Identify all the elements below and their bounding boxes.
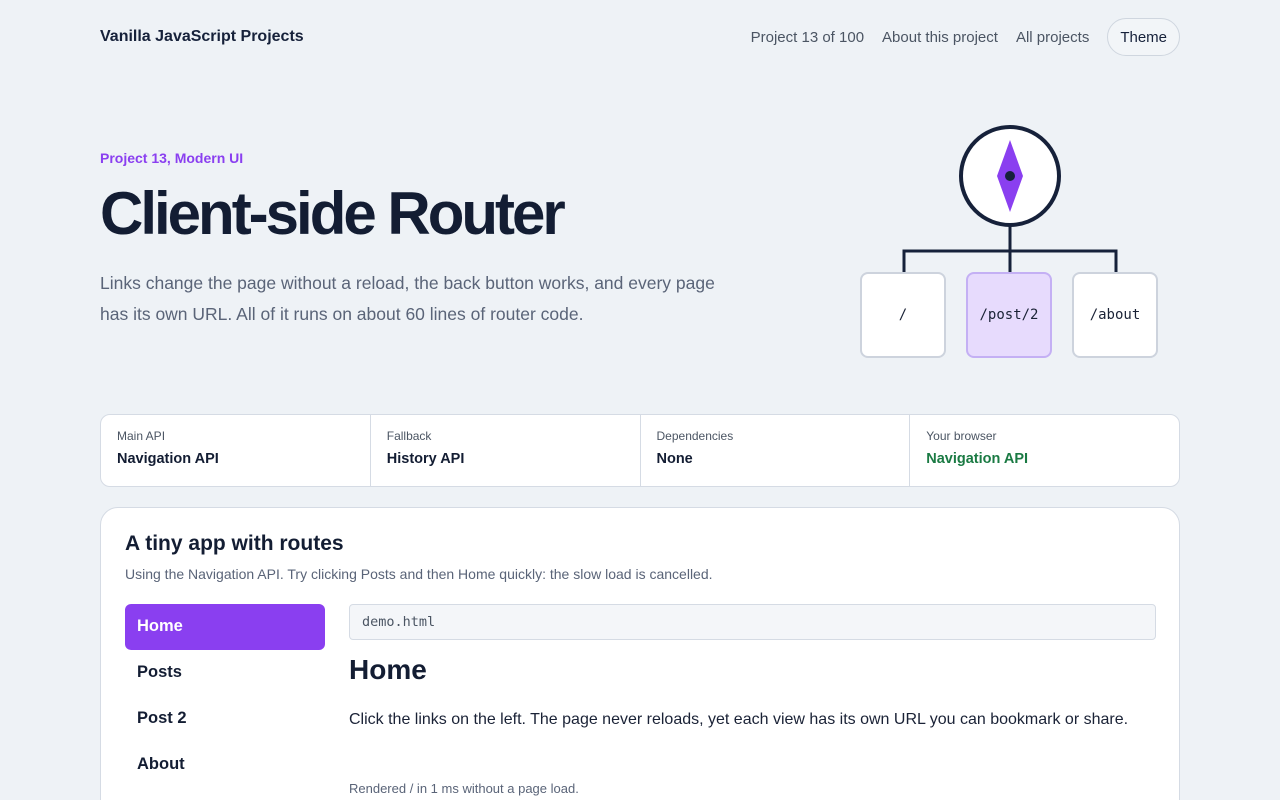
demo-nav-posts[interactable]: Posts [125,650,325,696]
stat-value: History API [386,451,465,467]
demo-side-nav: Home Posts Post 2 About [125,604,325,788]
stat-label: Your browser [926,429,997,443]
hero-eyebrow: Project 13, Modern UI [100,150,244,166]
route-about: /about [1072,272,1158,358]
hero-subtitle: Links change the page without a reload, … [100,273,715,324]
compass-icon [959,125,1061,227]
stat-label: Fallback [386,429,432,443]
route-root: / [860,272,946,358]
render-note: Rendered / in 1 ms without a page load. [349,781,579,796]
demo-nav-post-2[interactable]: Post 2 [125,696,325,742]
site-header: Vanilla JavaScript Projects Project 13 o… [100,18,1180,56]
stat-main-api: Main API Navigation API [101,415,371,486]
view-title: Home [349,654,427,685]
theme-button[interactable]: Theme [1107,18,1180,56]
stat-fallback: Fallback History API [371,415,641,486]
stat-label: Main API [117,429,166,443]
demo-title: A tiny app with routes [125,532,344,555]
stat-label: Dependencies [656,429,734,443]
demo-nav-about[interactable]: About [125,742,325,788]
demo-url-bar: demo.html [349,604,1156,640]
all-projects-link[interactable]: All projects [1016,29,1089,46]
stat-dependencies: Dependencies None [641,415,911,486]
demo-card: A tiny app with routes Using the Navigat… [100,507,1180,800]
route-post-2: /post/2 [966,272,1052,358]
router-illustration: / /post/2 /about [858,122,1162,362]
stat-value: Navigation API [926,451,1029,467]
project-counter: Project 13 of 100 [750,28,865,46]
view-text: Click the links on the left. The page ne… [349,711,1129,728]
demo-subtitle: Using the Navigation API. Try clicking P… [125,566,713,582]
demo-nav-home[interactable]: Home [125,604,325,650]
stat-value: None [656,451,693,467]
about-project-link[interactable]: About this project [882,29,998,46]
page-title: Client-side Router [100,180,566,247]
site-brand[interactable]: Vanilla JavaScript Projects [100,28,304,46]
stat-value: Navigation API [117,451,219,467]
stat-your-browser: Your browser Navigation API [910,415,1179,486]
stats-panel: Main API Navigation API Fallback History… [100,414,1180,487]
top-nav: Project 13 of 100 About this project All… [751,18,1180,56]
